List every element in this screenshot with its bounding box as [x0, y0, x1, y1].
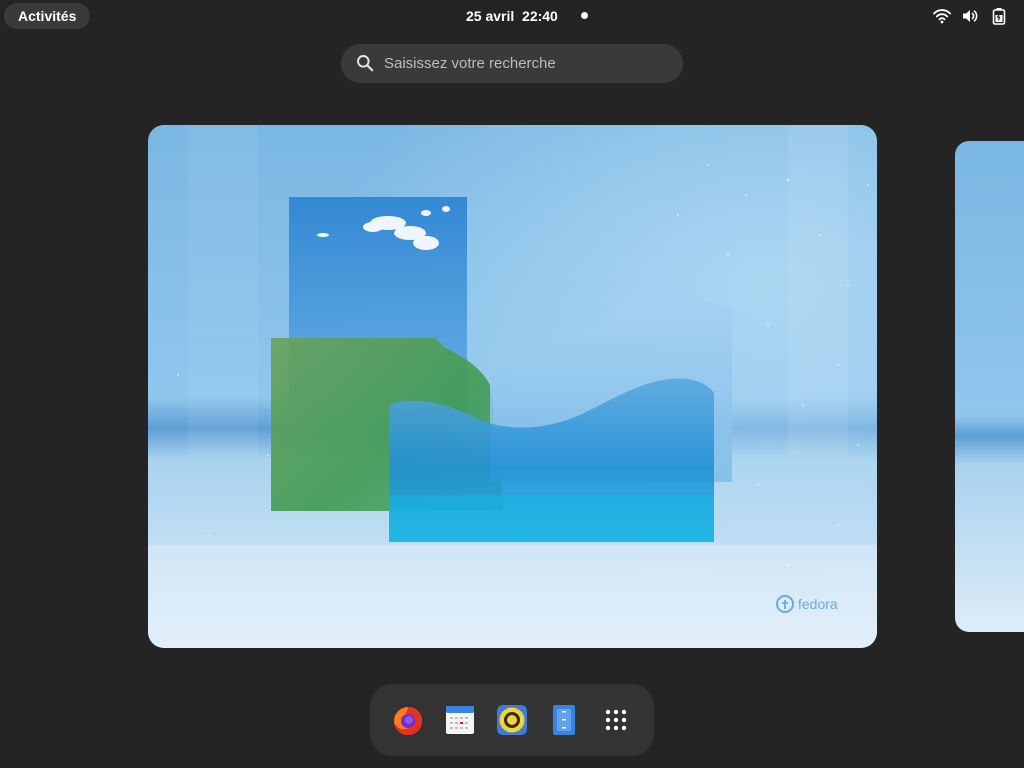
calendar-icon[interactable] — [442, 702, 478, 738]
files-icon[interactable] — [546, 702, 582, 738]
search-bar[interactable] — [341, 44, 683, 83]
wifi-icon[interactable] — [933, 7, 951, 25]
workspace-thumbnail-current[interactable]: fedora — [148, 125, 877, 648]
volume-icon[interactable] — [961, 7, 979, 25]
activities-button[interactable]: Activités — [4, 3, 91, 29]
dash — [370, 684, 654, 756]
wallpaper: fedora — [148, 125, 877, 648]
workspace-thumbnail-next[interactable] — [955, 141, 1024, 632]
svg-text:fedora: fedora — [798, 596, 838, 612]
battery-icon[interactable] — [990, 7, 1008, 25]
notification-dot — [581, 12, 588, 19]
rhythmbox-icon[interactable] — [494, 702, 530, 738]
search-input[interactable] — [384, 44, 664, 83]
clock[interactable]: 25 avril 22:40 — [466, 0, 558, 32]
wallpaper-next — [955, 141, 1024, 632]
top-bar: Activités 25 avril 22:40 — [0, 0, 1024, 32]
search-icon — [357, 55, 374, 72]
firefox-icon[interactable] — [390, 702, 426, 738]
app-grid-icon[interactable] — [598, 702, 634, 738]
